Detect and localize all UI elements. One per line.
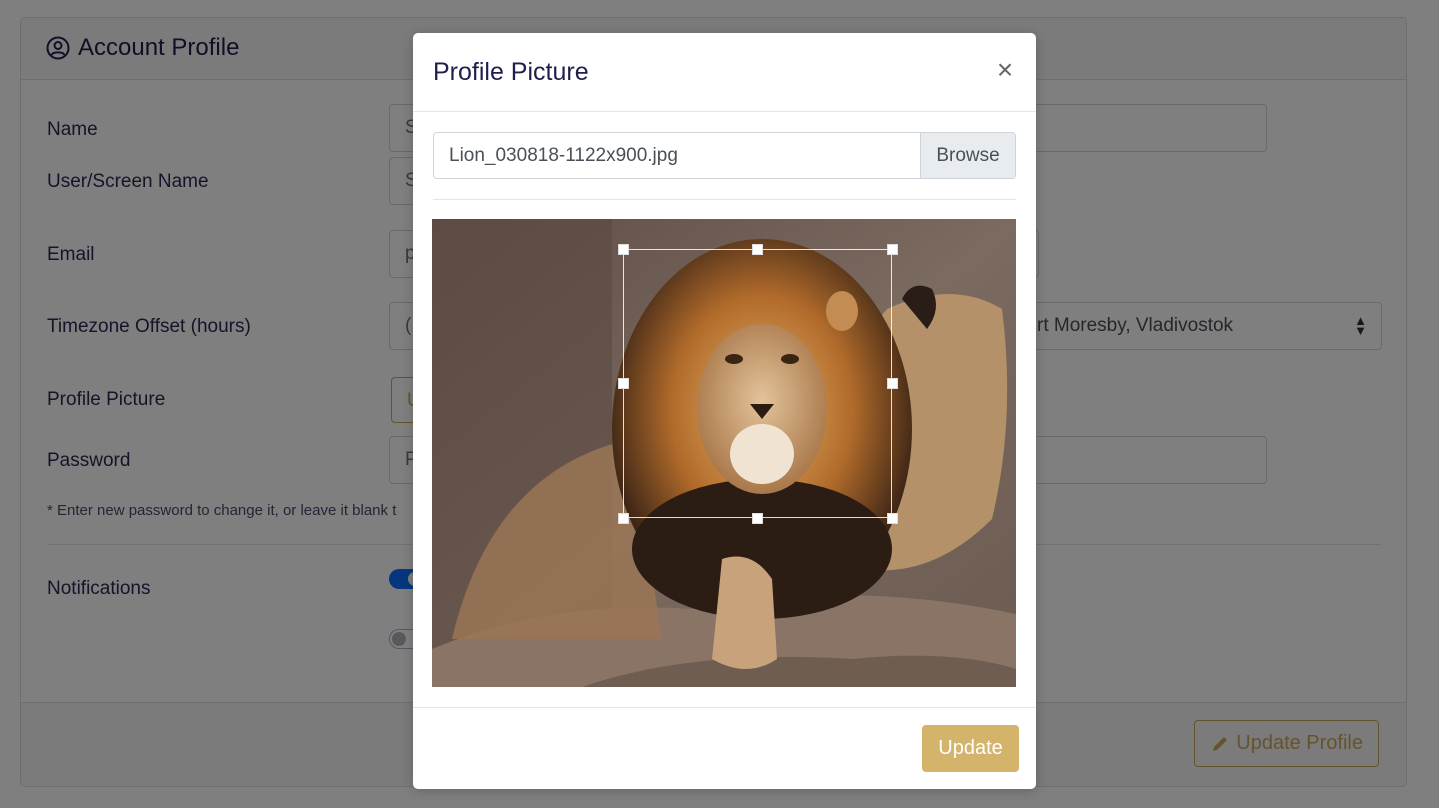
modal-title: Profile Picture	[433, 58, 589, 86]
browse-button[interactable]: Browse	[920, 133, 1015, 178]
file-input[interactable]: Lion_030818-1122x900.jpg Browse	[433, 132, 1016, 179]
crop-selection[interactable]	[623, 249, 892, 518]
file-name: Lion_030818-1122x900.jpg	[449, 145, 678, 166]
crop-handle-w[interactable]	[618, 378, 629, 389]
modal-header: Profile Picture ×	[413, 33, 1036, 112]
update-button[interactable]: Update	[922, 725, 1019, 772]
modal-separator	[433, 199, 1016, 200]
profile-picture-modal: Profile Picture × Lion_030818-1122x900.j…	[413, 33, 1036, 789]
crop-handle-sw[interactable]	[618, 513, 629, 524]
crop-handle-s[interactable]	[752, 513, 763, 524]
crop-handle-se[interactable]	[887, 513, 898, 524]
image-cropper[interactable]	[432, 219, 1016, 687]
modal-footer: Update	[413, 707, 1036, 789]
close-icon[interactable]: ×	[994, 56, 1016, 84]
crop-handle-nw[interactable]	[618, 244, 629, 255]
crop-handle-e[interactable]	[887, 378, 898, 389]
crop-handle-n[interactable]	[752, 244, 763, 255]
crop-handle-ne[interactable]	[887, 244, 898, 255]
